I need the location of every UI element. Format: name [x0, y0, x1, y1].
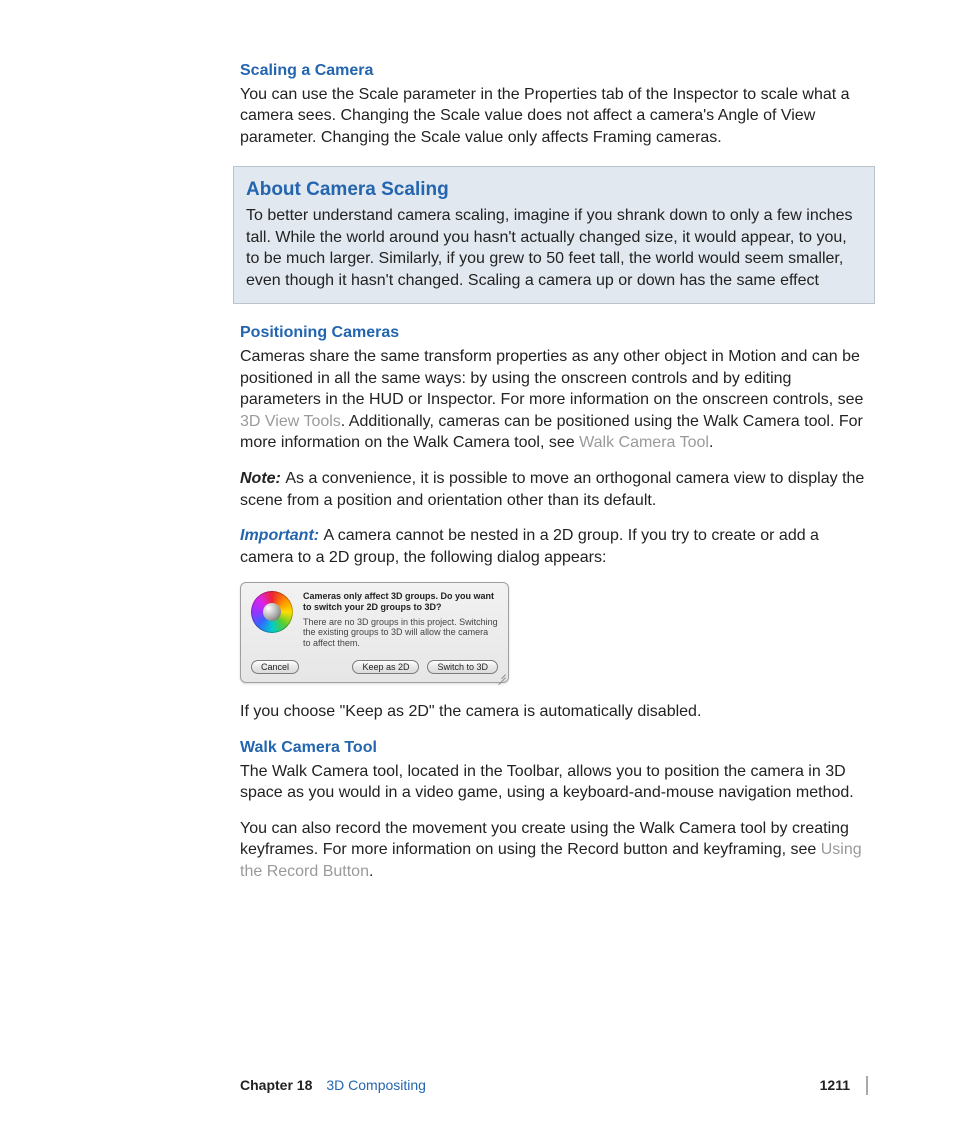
heading-scaling-a-camera: Scaling a Camera [240, 60, 868, 82]
text-fragment: Cameras share the same transform propert… [240, 348, 863, 408]
switch-to-3d-button[interactable]: Switch to 3D [427, 660, 498, 674]
keep-as-2d-button[interactable]: Keep as 2D [352, 660, 419, 674]
heading-positioning-cameras: Positioning Cameras [240, 322, 868, 344]
dialog-main-text: Cameras only affect 3D groups. Do you wa… [303, 591, 498, 612]
body-walk-camera-2: You can also record the movement you cre… [240, 818, 868, 883]
motion-app-icon [251, 591, 293, 633]
important-label: Important: [240, 527, 324, 544]
text-fragment: . [709, 434, 713, 451]
callout-title: About Camera Scaling [246, 177, 862, 203]
page-footer: Chapter 18 3D Compositing 1211 [0, 1076, 954, 1095]
body-walk-camera-1: The Walk Camera tool, located in the Too… [240, 761, 868, 804]
callout-body: To better understand camera scaling, ima… [246, 205, 862, 291]
footer-chapter-title: 3D Compositing [326, 1076, 819, 1095]
note-label: Note: [240, 470, 285, 487]
footer-chapter: Chapter 18 [240, 1076, 312, 1095]
dialog-sub-text: There are no 3D groups in this project. … [303, 617, 498, 648]
dialog-box: Cameras only affect 3D groups. Do you wa… [240, 582, 509, 683]
callout-about-camera-scaling: About Camera Scaling To better understan… [233, 166, 875, 304]
footer-page-number: 1211 [820, 1076, 850, 1095]
link-walk-camera-tool[interactable]: Walk Camera Tool [579, 434, 709, 451]
note-body: As a convenience, it is possible to move… [240, 470, 864, 509]
text-fragment: You can also record the movement you cre… [240, 820, 849, 859]
body-positioning-cameras-1: Cameras share the same transform propert… [240, 346, 868, 454]
text-fragment: . [369, 863, 373, 880]
important-paragraph: Important: A camera cannot be nested in … [240, 525, 868, 568]
heading-walk-camera-tool: Walk Camera Tool [240, 737, 868, 759]
body-scaling-a-camera: You can use the Scale parameter in the P… [240, 84, 868, 149]
link-3d-view-tools[interactable]: 3D View Tools [240, 413, 341, 430]
dialog-screenshot: Cameras only affect 3D groups. Do you wa… [240, 582, 868, 683]
note-paragraph: Note: As a convenience, it is possible t… [240, 468, 868, 511]
body-after-dialog: If you choose "Keep as 2D" the camera is… [240, 701, 868, 723]
important-body: A camera cannot be nested in a 2D group.… [240, 527, 819, 566]
resize-grip-icon [496, 670, 506, 680]
cancel-button[interactable]: Cancel [251, 660, 299, 674]
page: Scaling a Camera You can use the Scale p… [0, 0, 954, 1145]
